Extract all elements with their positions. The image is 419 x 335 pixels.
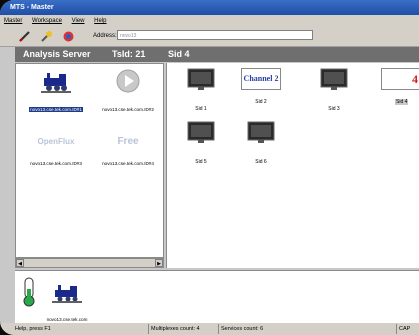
status-caps: CAP	[399, 326, 411, 332]
status-bar: Help, press F1 Multiplexes count: 4 Serv…	[0, 323, 419, 335]
play-icon	[116, 69, 140, 93]
free-logo: Free	[117, 136, 139, 147]
service-panel: Sid 1 Channel 2 Sid 2 Sid 3 4 Sid 4 Sid …	[166, 63, 419, 268]
tv-icon	[320, 68, 348, 90]
status-help: Help, press F1	[15, 326, 51, 332]
service-item[interactable]: Sid 6	[239, 121, 283, 168]
host-item[interactable]: novo13.cse.tek.com.ID#2	[92, 69, 164, 116]
service-label: Sid 3	[328, 106, 340, 112]
menu-workspace[interactable]: Workspace	[32, 18, 62, 24]
host-item[interactable]: OpenFlux novo13.cse.tek.com.ID#3	[20, 132, 92, 170]
menu-master[interactable]: Master	[4, 18, 22, 24]
window-title: MTS - Master	[10, 4, 54, 11]
service-label: Sid 4	[395, 99, 409, 105]
pencil-icon[interactable]	[18, 30, 31, 43]
scroll-left-icon[interactable]: ◀	[16, 259, 24, 267]
locomotive-icon	[52, 285, 82, 303]
bottom-host-item[interactable]: novo13.cse.tek.com	[37, 283, 97, 326]
tv-icon	[187, 68, 215, 90]
channel-thumbnail: Channel 2	[241, 68, 281, 90]
tv-icon	[187, 121, 215, 143]
menu-view[interactable]: View	[72, 18, 85, 24]
host-panel: novo13.cse.tek.com.ID#1 novo13.cse.tek.c…	[15, 63, 164, 258]
service-item[interactable]: Sid 3	[312, 68, 356, 115]
bottom-host-label: novo13.cse.tek.com	[46, 317, 88, 322]
service-label: Sid 1	[195, 106, 207, 112]
scroll-right-icon[interactable]: ▶	[155, 259, 163, 267]
status-services: Services count: 6	[221, 326, 264, 332]
service-item[interactable]: 4 Sid 4	[379, 68, 419, 108]
locomotive-icon	[41, 73, 71, 93]
openflux-logo: OpenFlux	[37, 137, 75, 146]
address-input[interactable]: novo13 ▼	[117, 30, 313, 40]
host-label: novo13.cse.tek.com.ID#4	[102, 161, 154, 166]
thermometer-icon	[23, 277, 35, 307]
host-label: novo13.cse.tek.com.ID#2	[102, 107, 154, 112]
swirl-icon[interactable]	[62, 30, 75, 43]
bottom-panel: novo13.cse.tek.com	[15, 270, 419, 323]
host-label: novo13.cse.tek.com.ID#1	[29, 107, 83, 112]
toolbar: Address: novo13 ▼	[0, 27, 419, 47]
service-item[interactable]: Sid 1	[179, 68, 223, 115]
service-label: Sid 2	[255, 99, 267, 105]
app-window: MTS - Master Master Workspace View Help …	[0, 0, 419, 335]
menu-help[interactable]: Help	[94, 18, 106, 24]
host-item[interactable]: novo13.cse.tek.com.ID#1	[20, 69, 92, 116]
address-value: novo13	[120, 33, 137, 39]
server-name: Analysis Server	[23, 49, 91, 59]
service-item[interactable]: Sid 5	[179, 121, 223, 168]
channel-thumbnail: 4	[381, 68, 419, 90]
host-label: novo13.cse.tek.com.ID#3	[30, 161, 82, 166]
service-label: Sid 5	[195, 159, 207, 165]
server-header: Analysis Server TsId: 21 Sid 4	[15, 47, 419, 62]
title-bar: MTS - Master	[0, 0, 419, 15]
sid-label: Sid 4	[168, 49, 190, 59]
host-item[interactable]: Free novo13.cse.tek.com.ID#4	[92, 132, 164, 170]
tv-icon	[247, 121, 275, 143]
service-label: Sid 6	[255, 159, 267, 165]
status-multiplexes: Multiplexes count: 4	[151, 326, 200, 332]
service-item[interactable]: Channel 2 Sid 2	[239, 68, 283, 108]
tsid-label: TsId: 21	[112, 49, 146, 59]
menu-bar: Master Workspace View Help	[0, 15, 419, 27]
magic-wand-icon[interactable]	[40, 30, 53, 43]
horizontal-scrollbar[interactable]: ◀ ▶	[15, 258, 164, 268]
address-label: Address:	[93, 33, 117, 39]
